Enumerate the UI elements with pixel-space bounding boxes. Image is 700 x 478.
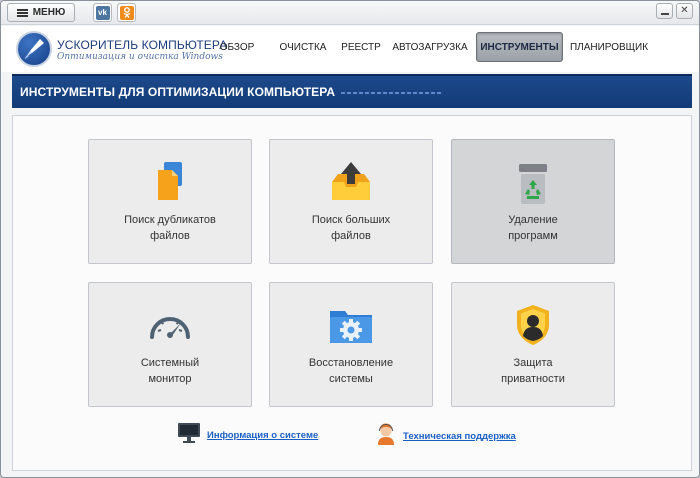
tile-label-line2: монитор bbox=[148, 373, 192, 385]
section-title: ИНСТРУМЕНТЫ ДЛЯ ОПТИМИЗАЦИИ КОМПЬЮТЕРА bbox=[20, 85, 336, 99]
gear-folder-icon bbox=[327, 303, 375, 351]
minimize-button[interactable] bbox=[656, 3, 673, 19]
large-files-icon bbox=[328, 160, 374, 208]
tile-label-line1: Поиск дубликатов bbox=[124, 214, 216, 226]
system-info-link[interactable]: Информация о системе bbox=[177, 422, 318, 449]
tools-panel: Поиск дубликатов файлов Поиск больших фа… bbox=[12, 115, 692, 471]
vk-share-button[interactable]: vk bbox=[93, 3, 112, 22]
rocket-logo-icon bbox=[16, 31, 52, 67]
hamburger-icon bbox=[16, 8, 28, 17]
nav-tab-cleanup[interactable]: ОЧИСТКА bbox=[273, 32, 333, 62]
tile-label-line2: файлов bbox=[331, 230, 371, 242]
app-header: УСКОРИТЕЛЬ КОМПЬЮТЕРА Оптимизация и очис… bbox=[1, 26, 699, 72]
tile-label-line2: приватности bbox=[501, 373, 565, 385]
tile-label-line1: Восстановление bbox=[308, 357, 394, 369]
tile-label-line2: системы bbox=[329, 373, 373, 385]
window-controls: ✕ bbox=[656, 3, 693, 19]
title-bar: МЕНЮ vk ✕ bbox=[1, 1, 699, 25]
menu-button[interactable]: МЕНЮ bbox=[7, 3, 75, 22]
banner-decoration bbox=[341, 92, 442, 94]
tile-label-line2: программ bbox=[508, 230, 558, 242]
tile-label-line1: Защита bbox=[513, 357, 553, 369]
tile-system-restore[interactable]: Восстановление системы bbox=[269, 282, 433, 407]
tile-duplicate-files[interactable]: Поиск дубликатов файлов bbox=[88, 139, 252, 264]
tile-label-line1: Удаление bbox=[508, 214, 558, 226]
tile-large-files[interactable]: Поиск больших файлов bbox=[269, 139, 433, 264]
minimize-icon bbox=[660, 12, 669, 15]
nav-tab-startup[interactable]: АВТОЗАГРУЗКА bbox=[389, 32, 471, 62]
tech-support-link[interactable]: Техническая поддержка bbox=[375, 422, 516, 451]
nav-tab-overview[interactable]: ОБЗОР bbox=[211, 32, 263, 62]
tile-uninstall-programs[interactable]: Удаление программ bbox=[451, 139, 615, 264]
close-button[interactable]: ✕ bbox=[676, 3, 693, 19]
monitor-icon bbox=[177, 422, 201, 449]
duplicate-files-icon bbox=[150, 160, 190, 208]
tile-system-monitor[interactable]: Системный монитор bbox=[88, 282, 252, 407]
speedometer-icon bbox=[147, 303, 193, 351]
menu-button-label: МЕНЮ bbox=[32, 7, 66, 18]
vk-icon: vk bbox=[95, 5, 110, 20]
recycle-bin-icon bbox=[513, 160, 553, 208]
app-logo-subtitle: Оптимизация и очистка Windows bbox=[57, 52, 223, 62]
nav-tab-scheduler[interactable]: ПЛАНИРОВЩИК bbox=[567, 32, 651, 62]
tile-privacy-protection[interactable]: Защита приватности bbox=[451, 282, 615, 407]
odnoklassniki-icon bbox=[119, 5, 134, 20]
tile-label-line2: файлов bbox=[150, 230, 190, 242]
support-agent-icon bbox=[375, 422, 397, 451]
section-banner: ИНСТРУМЕНТЫ ДЛЯ ОПТИМИЗАЦИИ КОМПЬЮТЕРА bbox=[12, 74, 692, 108]
tech-support-link-text[interactable]: Техническая поддержка bbox=[403, 431, 516, 442]
privacy-shield-icon bbox=[513, 303, 553, 351]
close-icon: ✕ bbox=[680, 5, 689, 16]
app-window: МЕНЮ vk ✕ УСКОРИТЕЛЬ КОМПЬЮТЕРА Оптимиза… bbox=[0, 0, 700, 478]
nav-tab-registry[interactable]: РЕЕСТР bbox=[337, 32, 385, 62]
nav-tab-tools[interactable]: ИНСТРУМЕНТЫ bbox=[476, 32, 563, 62]
odnoklassniki-share-button[interactable] bbox=[117, 3, 136, 22]
system-info-link-text[interactable]: Информация о системе bbox=[207, 430, 318, 441]
tile-label-line1: Поиск больших bbox=[311, 214, 391, 226]
app-logo-title: УСКОРИТЕЛЬ КОМПЬЮТЕРА bbox=[57, 38, 228, 52]
tile-label-line1: Системный bbox=[140, 357, 200, 369]
